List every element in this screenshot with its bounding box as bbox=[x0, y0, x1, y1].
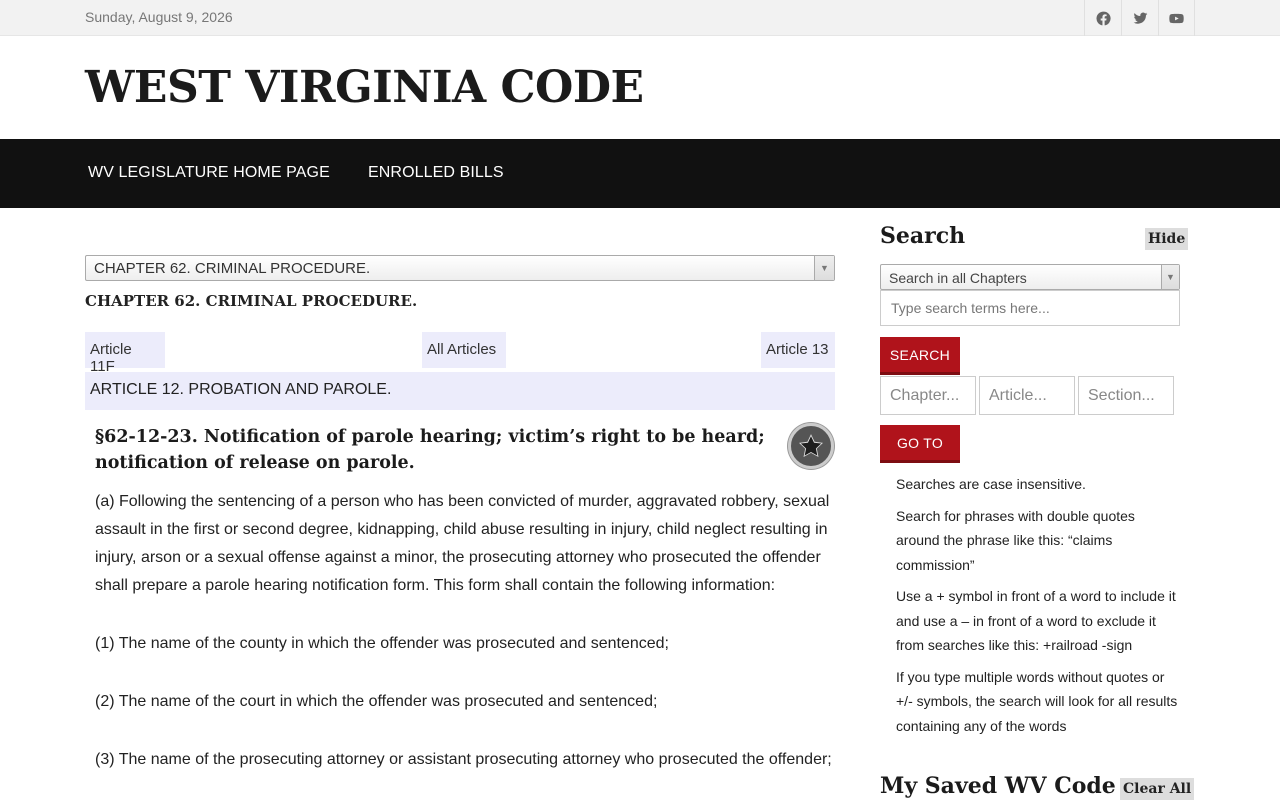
youtube-icon bbox=[1169, 13, 1184, 23]
chevron-down-icon: ▼ bbox=[814, 256, 834, 280]
youtube-link[interactable] bbox=[1158, 0, 1195, 36]
star-icon bbox=[798, 434, 824, 457]
section-paragraph: (a) Following the sentencing of a person… bbox=[95, 493, 830, 594]
section-title: §62-12-23. Notification of parole hearin… bbox=[95, 427, 765, 473]
current-date: Sunday, August 9, 2026 bbox=[85, 9, 233, 25]
goto-button[interactable]: GO TO bbox=[880, 425, 960, 463]
next-article-link[interactable]: Article 13 bbox=[761, 332, 835, 368]
article-title: ARTICLE 12. PROBATION AND PAROLE. bbox=[85, 372, 835, 410]
search-input[interactable] bbox=[880, 290, 1180, 326]
twitter-icon bbox=[1133, 12, 1147, 24]
section-field[interactable] bbox=[1078, 376, 1174, 415]
article-field[interactable] bbox=[979, 376, 1075, 415]
search-tip: Use a + symbol in front of a word to inc… bbox=[896, 588, 1176, 653]
saved-code-heading: My Saved WV Code bbox=[880, 773, 1116, 799]
section-paragraph: (2) The name of the court in which the o… bbox=[95, 693, 658, 710]
clear-all-button[interactable]: Clear All bbox=[1120, 778, 1195, 800]
search-tip: If you type multiple words without quote… bbox=[896, 668, 1178, 734]
top-bar: Sunday, August 9, 2026 bbox=[0, 0, 1280, 36]
section-paragraph: (3) The name of the prosecuting attorney… bbox=[95, 751, 832, 768]
twitter-link[interactable] bbox=[1121, 0, 1158, 36]
chevron-down-icon: ▼ bbox=[1161, 265, 1179, 289]
nav-item-enrolled-bills[interactable]: ENROLLED BILLS bbox=[368, 164, 504, 182]
search-button[interactable]: SEARCH bbox=[880, 337, 960, 375]
chapter-heading: CHAPTER 62. CRIMINAL PROCEDURE. bbox=[85, 292, 418, 310]
chapter-field[interactable] bbox=[880, 376, 976, 415]
search-heading: Search bbox=[880, 223, 966, 249]
save-section-button[interactable] bbox=[788, 423, 834, 469]
nav-item-wv-legislature-home[interactable]: WV LEGISLATURE HOME PAGE bbox=[88, 164, 330, 182]
main-nav: WV LEGISLATURE HOME PAGE ENROLLED BILLS bbox=[0, 139, 1280, 208]
search-scope-select[interactable]: Search in all Chapters ▼ bbox=[880, 264, 1180, 290]
chapter-select[interactable]: CHAPTER 62. CRIMINAL PROCEDURE. ▼ bbox=[85, 255, 835, 281]
hide-search-button[interactable]: Hide bbox=[1145, 228, 1189, 250]
site-title[interactable]: WEST VIRGINIA CODE bbox=[85, 62, 644, 113]
social-links bbox=[1084, 0, 1195, 36]
section-paragraph: (1) The name of the county in which the … bbox=[95, 635, 669, 652]
facebook-link[interactable] bbox=[1084, 0, 1121, 36]
search-scope-value: Search in all Chapters bbox=[889, 270, 1027, 286]
all-articles-link[interactable]: All Articles bbox=[422, 332, 506, 368]
facebook-icon bbox=[1095, 11, 1111, 25]
prev-article-link[interactable]: Article 11F bbox=[85, 332, 165, 375]
search-tips: Searches are case insensitive. Search fo… bbox=[896, 472, 1180, 745]
search-tip: Search for phrases with double quotes ar… bbox=[896, 507, 1135, 573]
search-tip: Searches are case insensitive. bbox=[896, 476, 1086, 492]
chapter-select-value: CHAPTER 62. CRIMINAL PROCEDURE. bbox=[94, 260, 371, 277]
